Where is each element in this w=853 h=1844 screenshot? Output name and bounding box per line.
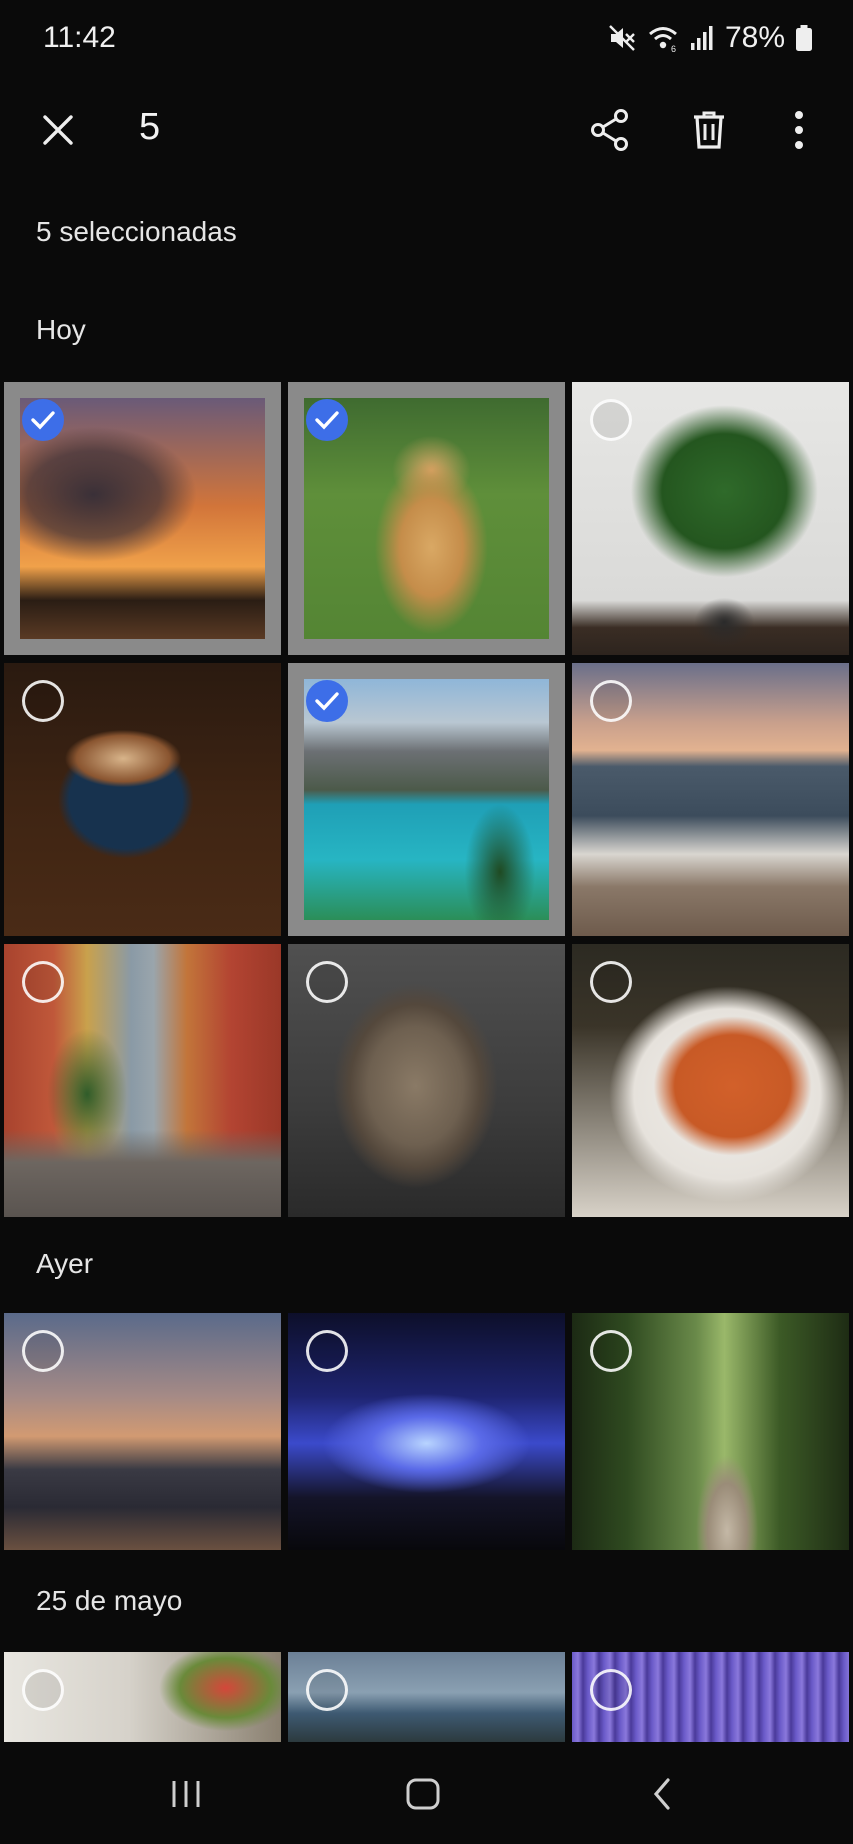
- recents-icon: [172, 1781, 200, 1807]
- mute-icon: [609, 25, 635, 51]
- checkbox-unselected[interactable]: [22, 1330, 64, 1372]
- status-time: 11:42: [43, 21, 116, 54]
- share-icon: [591, 109, 628, 151]
- checkbox-unselected[interactable]: [306, 1669, 348, 1711]
- svg-text:6: 6: [671, 44, 676, 53]
- battery-percentage: 78%: [724, 21, 785, 54]
- photo-tile-forest-path[interactable]: [572, 1313, 849, 1550]
- photo-tile-sunset[interactable]: [4, 382, 281, 655]
- photo-tile-cat[interactable]: [288, 944, 565, 1217]
- photo-tile-concert[interactable]: [288, 1313, 565, 1550]
- status-icons: 6 78%: [607, 18, 813, 58]
- more-icon: [795, 111, 803, 149]
- photo-tile-street[interactable]: [4, 944, 281, 1217]
- checkbox-unselected[interactable]: [590, 1330, 632, 1372]
- photo-tile-mountain-lake[interactable]: [288, 663, 565, 936]
- checkbox-unselected[interactable]: [306, 961, 348, 1003]
- photo-tile-dog[interactable]: [288, 382, 565, 655]
- checkbox-unselected[interactable]: [306, 1330, 348, 1372]
- section-header-may-25: 25 de mayo: [36, 1585, 183, 1616]
- photo-tile-city-skyline[interactable]: [4, 1313, 281, 1550]
- share-button[interactable]: [578, 98, 642, 162]
- photo-tile-pasta[interactable]: [572, 944, 849, 1217]
- photo-tile-beach[interactable]: [572, 663, 849, 936]
- section-header-yesterday: Ayer: [36, 1248, 94, 1279]
- close-button[interactable]: [26, 98, 90, 162]
- wifi-icon: 6: [648, 27, 677, 53]
- home-button[interactable]: [383, 1766, 463, 1822]
- checkbox-unselected[interactable]: [590, 961, 632, 1003]
- check-icon: [315, 411, 339, 430]
- photo-tile-coffee[interactable]: [4, 663, 281, 936]
- check-icon: [31, 411, 55, 430]
- recents-button[interactable]: [146, 1766, 226, 1822]
- checkbox-selected[interactable]: [306, 680, 348, 722]
- checkbox-unselected[interactable]: [22, 961, 64, 1003]
- back-icon: [653, 1778, 670, 1810]
- battery-icon: [796, 25, 812, 51]
- delete-icon: [694, 111, 724, 149]
- checkbox-unselected[interactable]: [590, 1669, 632, 1711]
- more-options-button[interactable]: [767, 98, 831, 162]
- delete-button[interactable]: [677, 98, 741, 162]
- photo-tile-plant[interactable]: [572, 382, 849, 655]
- selection-summary: 5 seleccionadas: [36, 216, 237, 247]
- checkbox-selected[interactable]: [22, 399, 64, 441]
- checkbox-unselected[interactable]: [22, 680, 64, 722]
- checkbox-unselected[interactable]: [22, 1669, 64, 1711]
- photo-tile-flowers-balcony[interactable]: [4, 1652, 281, 1742]
- section-header-today: Hoy: [36, 314, 86, 345]
- close-icon: [43, 115, 73, 145]
- selection-count: 5: [139, 106, 161, 148]
- selection-toolbar: 5: [0, 90, 853, 170]
- signal-icon: [690, 26, 713, 50]
- photo-tile-lavender[interactable]: [572, 1652, 849, 1742]
- checkbox-selected[interactable]: [306, 399, 348, 441]
- status-bar: 11:42 6 78%: [0, 0, 853, 78]
- checkbox-unselected[interactable]: [590, 680, 632, 722]
- system-navigation-bar: [0, 1744, 853, 1844]
- photo-tile-coast[interactable]: [288, 1652, 565, 1742]
- check-icon: [315, 692, 339, 711]
- home-icon: [406, 1778, 440, 1810]
- back-button[interactable]: [622, 1766, 702, 1822]
- checkbox-unselected[interactable]: [590, 399, 632, 441]
